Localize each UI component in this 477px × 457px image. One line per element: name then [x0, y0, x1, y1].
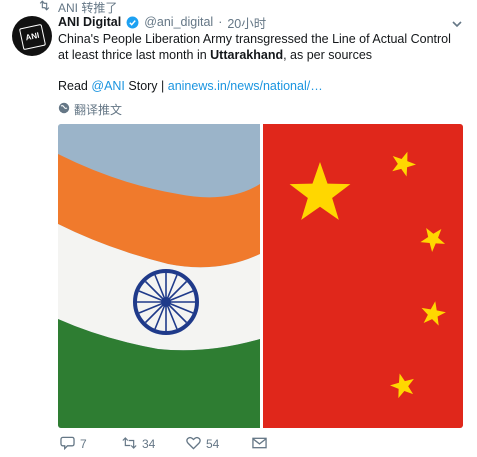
tweet-actions: 7 34 54 [60, 436, 267, 452]
translate-label: 翻译推文 [74, 103, 123, 117]
tweet-text: China's People Liberation Army transgres… [58, 31, 463, 63]
heart-icon [186, 436, 201, 453]
verified-badge-icon [126, 16, 139, 29]
direct-message-button[interactable] [252, 436, 267, 453]
like-button[interactable]: 54 [186, 436, 252, 453]
tweet-timestamp[interactable]: 20小时 [227, 13, 266, 32]
author-name[interactable]: ANI Digital [58, 15, 121, 29]
story-text: Story | [124, 79, 168, 93]
ashoka-chakra [133, 269, 199, 335]
retweet-button[interactable]: 34 [122, 436, 186, 453]
tweet-text-bold: Uttarakhand [210, 48, 284, 62]
mention-at[interactable]: @ [91, 79, 104, 93]
mention-link[interactable]: ANI [104, 79, 125, 93]
chevron-down-icon[interactable] [451, 17, 463, 29]
read-line: Read @ANI Story | aninews.in/news/nation… [58, 79, 323, 93]
envelope-icon [252, 436, 267, 453]
reply-count: 7 [80, 437, 87, 451]
translate-button[interactable]: 翻译推文 [58, 101, 122, 118]
avatar-logo-text: ANI [18, 23, 47, 51]
retweet-context[interactable]: ANI 转推了 [38, 0, 117, 15]
retweet-icon [122, 436, 137, 453]
like-count: 54 [206, 437, 220, 451]
reply-icon [60, 436, 75, 453]
india-china-flags-image [58, 124, 463, 428]
tweet-header: ANI Digital @ani_digital · 20小时 [58, 13, 266, 32]
globe-icon [58, 102, 70, 117]
header-separator: · [218, 15, 223, 29]
retweet-icon [38, 0, 51, 14]
avatar[interactable]: ANI [12, 16, 52, 56]
author-handle[interactable]: @ani_digital [144, 15, 213, 29]
article-link[interactable]: aninews.in/news/national/… [168, 79, 323, 93]
tweet-text-part2: , as per sources [283, 48, 373, 62]
read-prefix: Read [58, 79, 92, 93]
retweet-count: 34 [142, 437, 156, 451]
tweet-media-image[interactable] [58, 124, 463, 428]
reply-button[interactable]: 7 [60, 436, 122, 453]
